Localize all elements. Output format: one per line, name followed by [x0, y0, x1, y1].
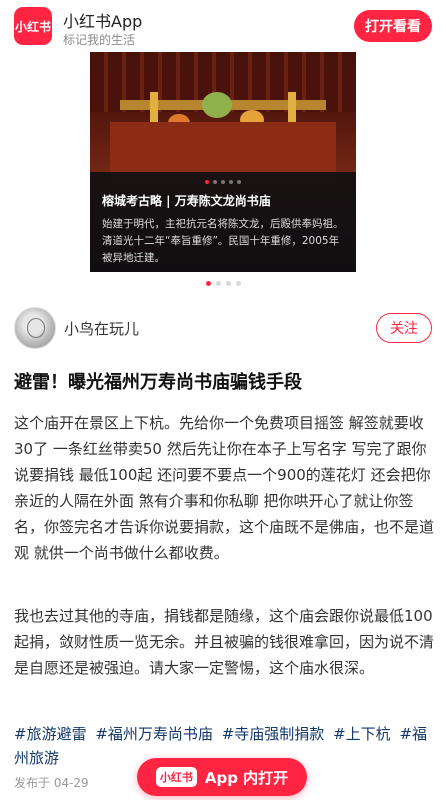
- avatar-face-icon: [27, 318, 45, 338]
- xiaohongshu-logo-icon: 小红书: [14, 7, 52, 45]
- follow-button[interactable]: 关注: [376, 313, 432, 343]
- publish-date: 发布于 04-29: [14, 776, 89, 790]
- note-paragraph: 我也去过其他的寺庙，捐钱都是随缘，这个庙会跟你说最低100起捐，敛财性质一览无余…: [14, 607, 435, 677]
- carousel-dot[interactable]: [205, 281, 211, 286]
- flower-offering: [202, 92, 232, 118]
- candle: [150, 92, 158, 126]
- caption-slide-dots: [90, 180, 356, 184]
- hashtag[interactable]: #寺庙强制捐款: [222, 725, 325, 743]
- app-download-banner: 小红书 小红书App 标记我的生活 打开看看: [0, 0, 446, 52]
- author-name[interactable]: 小鸟在玩儿: [64, 318, 139, 339]
- app-name: 小红书App: [63, 12, 143, 31]
- hashtag[interactable]: #福州万寿尚书庙: [95, 725, 213, 743]
- note-title: 避雷！曝光福州万寿尚书庙骗钱手段: [14, 372, 302, 393]
- photo-carousel[interactable]: 榕城考古略 | 万寿陈文龙尚书庙 始建于明代，主祀抗元名将陈文龙，后殿供奉妈祖。…: [0, 52, 446, 294]
- carousel-dot[interactable]: [225, 281, 231, 286]
- hashtag[interactable]: #旅游避雷: [14, 725, 87, 743]
- open-in-app-label: App 内打开: [204, 768, 289, 787]
- open-in-app-button[interactable]: 小红书 App 内打开: [137, 758, 307, 796]
- note-paragraph: 这个庙开在景区上下杭。先给你一个免费项目摇签 解签就要收30了 一条红丝带卖50…: [14, 414, 435, 562]
- xiaohongshu-logo-icon: 小红书: [155, 767, 197, 787]
- caption-body: 始建于明代，主祀抗元名将陈文龙，后殿供奉妈祖。清道光十二年“奉旨重修”。民国十年…: [102, 218, 344, 264]
- photo-caption-card: 榕城考古略 | 万寿陈文龙尚书庙 始建于明代，主祀抗元名将陈文龙，后殿供奉妈祖。…: [90, 172, 356, 272]
- carousel-dot[interactable]: [235, 281, 241, 286]
- candle: [288, 92, 296, 126]
- caption-title: 榕城考古略 | 万寿陈文龙尚书庙: [102, 194, 271, 208]
- hashtag[interactable]: #上下杭: [333, 725, 391, 743]
- carousel-indicator: [0, 281, 446, 286]
- open-app-button[interactable]: 打开看看: [354, 10, 432, 42]
- app-slogan: 标记我的生活: [63, 33, 136, 47]
- author-avatar[interactable]: [14, 307, 56, 349]
- temple-altar-photo: 榕城考古略 | 万寿陈文龙尚书庙 始建于明代，主祀抗元名将陈文龙，后殿供奉妈祖。…: [90, 52, 356, 272]
- carousel-dot[interactable]: [215, 281, 221, 286]
